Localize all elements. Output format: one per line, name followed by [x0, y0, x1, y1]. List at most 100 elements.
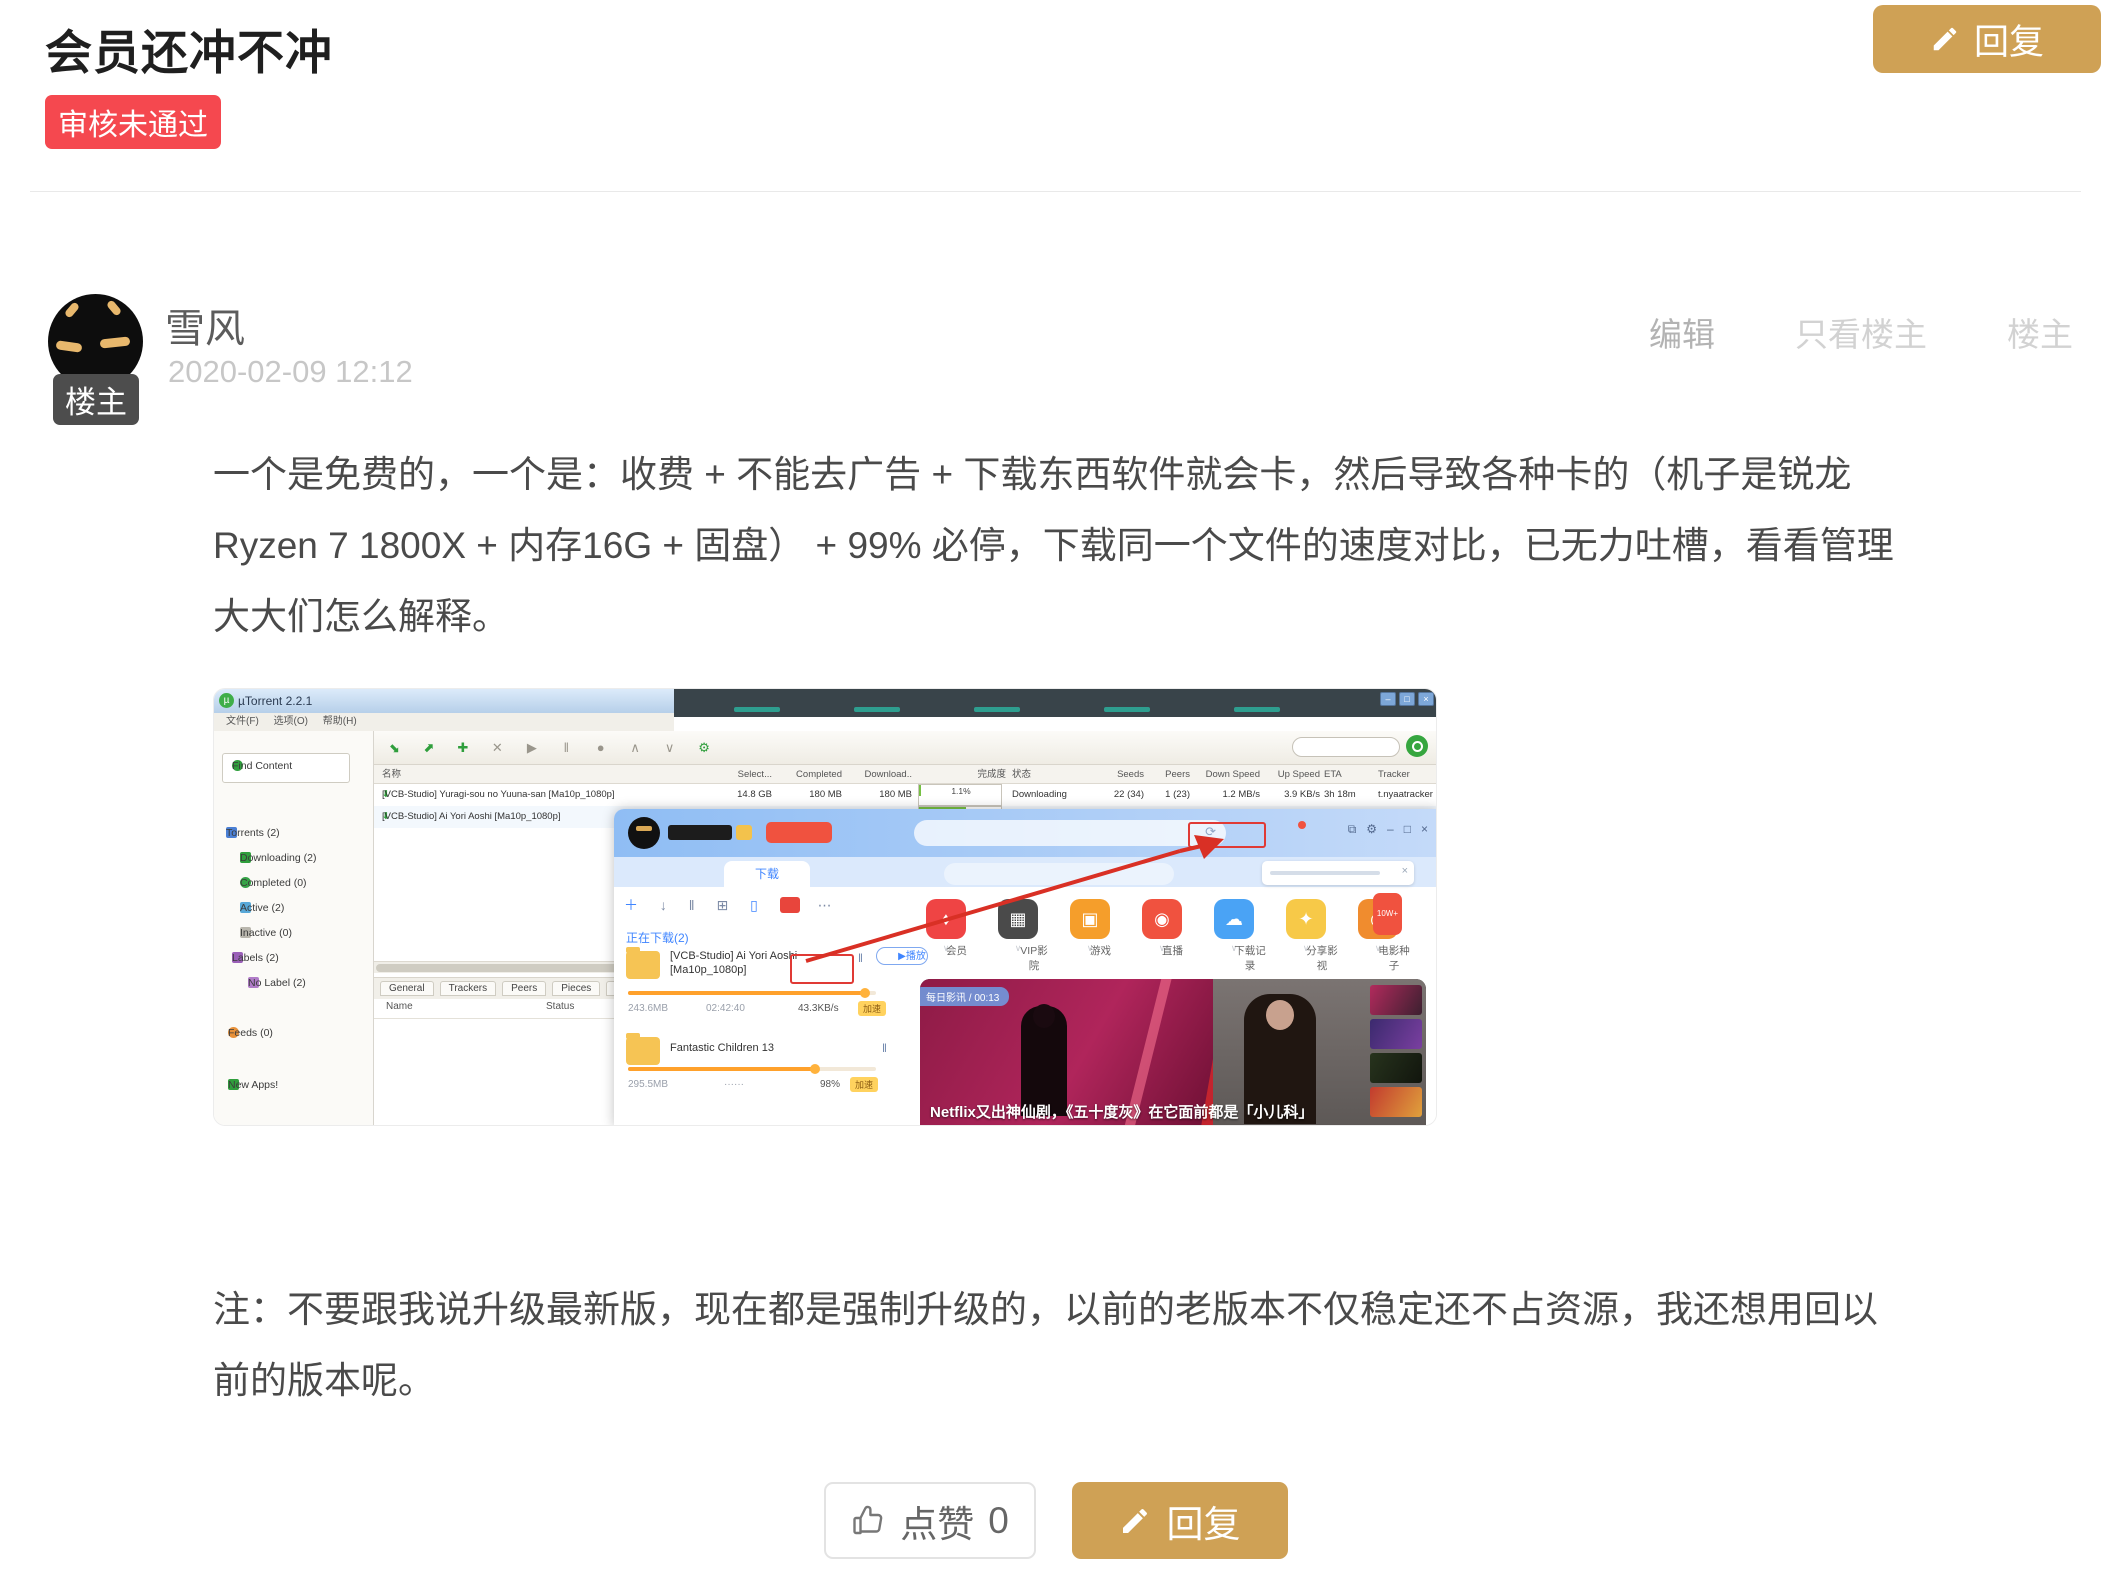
thunder-promo-box: × [1262, 861, 1414, 885]
like-count: 0 [988, 1500, 1009, 1542]
woman-silhouette [1021, 1006, 1067, 1116]
post-footer: 点赞 0 回复 [0, 1482, 2111, 1559]
more-icon: ⋯ [818, 897, 832, 914]
downloading-section-title: 正在下载(2) [626, 929, 689, 946]
menu-help: 帮助(H) [323, 716, 357, 727]
remove-icon: ✕ [487, 738, 507, 758]
grid-icon: ⊞ [716, 897, 728, 914]
media-icon [780, 897, 800, 913]
thunder-item-2-name: Fantastic Children 13 [670, 1041, 850, 1055]
top-reply-label: 回复 [1974, 14, 2044, 65]
app-icon-live: ◉直播∨ [1130, 899, 1194, 954]
page-title: 会员还冲不冲 [45, 14, 2101, 83]
thread-header: 会员还冲不冲 审核未通过 回复 [0, 0, 2111, 149]
item-2-percent: 98% [820, 1079, 840, 1090]
phone-icon: ▯ [750, 897, 758, 914]
bottom-reply-label: 回复 [1167, 1494, 1241, 1548]
item-1-size: 243.6MB [628, 1003, 668, 1014]
highlight-box-thunder-speed [790, 954, 854, 984]
notification-dot [1298, 821, 1306, 829]
avatar-wrap: 楼主 [48, 294, 150, 389]
create-torrent-icon: ✚ [453, 738, 473, 758]
thunder-progress-2 [628, 1067, 876, 1071]
start-icon: ▶ [522, 738, 542, 758]
utorrent-toolbar: ⬊ ⬈ ✚ ✕ ▶ ‖ ● ∧ ∨ ⚙ [374, 731, 1437, 765]
item-2-size: 295.5MB [628, 1079, 668, 1090]
thunder-toolbar: ＋ ↓ ‖ ⊞ ▯ ⋯ [624, 895, 894, 919]
thumbs-up-icon [850, 1503, 886, 1539]
utorrent-sidebar: Find Content Torrents (2) Downloading (2… [214, 731, 374, 1126]
download-icon: ↓ [660, 897, 667, 913]
menu-file: 文件(F) [226, 716, 259, 727]
utorrent-app-icon: µ [219, 693, 234, 708]
utorrent-search-icon [1406, 735, 1428, 757]
progress-bar: 1.1% [918, 784, 1002, 806]
thunder-vip-badge [736, 825, 752, 840]
settings-gear-icon: ⚙ [694, 738, 714, 758]
move-up-icon: ∧ [625, 738, 645, 758]
pause-all-icon: ‖ [689, 897, 695, 913]
thunder-search-box [914, 820, 1226, 846]
app-icon-movie-torrents: ◎10W+电影种子∨ [1346, 899, 1410, 954]
author-floor-badge: 楼主 [53, 374, 139, 425]
app-icon-share-movies: ✦分享影视∨ [1274, 899, 1338, 954]
folder-icon [626, 951, 660, 979]
utorrent-title-text: µTorrent 2.2.1 [238, 689, 312, 713]
like-label: 点赞 [900, 1494, 974, 1548]
stop-icon: ● [591, 738, 611, 758]
torrent-list-header: 名称 Select... Completed Download.. 完成度 状态… [374, 765, 1437, 784]
post-actions: 编辑 只看楼主 楼主 [1649, 308, 2073, 356]
torrent-row-1: ⬇ [VCB-Studio] Yuragi-sou no Yuuna-san [… [374, 784, 1437, 806]
pause-icon: ‖ [556, 738, 576, 758]
item-2-boost-badge: 加速 [850, 1077, 878, 1092]
add-url-icon: ⬈ [418, 738, 438, 758]
background-window-strip: –□× [674, 689, 1437, 717]
thunder-window: ⧉⚙–□× 下载 × ＋ ↓ ‖ ⊞ ▯ ⋯ 正在下载(2) [VCB-Stud… [614, 809, 1437, 1126]
post-paragraph-1: 一个是免费的，一个是：收费 + 不能去广告 + 下载东西软件就会卡，然后导致各种… [213, 439, 1913, 652]
video-daily-label: 每日影讯 / 00:13 [920, 987, 1009, 1006]
folder-icon [626, 1037, 660, 1065]
app-icon-download-history: ☁下载记录∨ [1202, 899, 1266, 954]
thunder-username-bar [668, 825, 732, 840]
edit-link[interactable]: 编辑 [1649, 308, 1715, 356]
app-icon-member: ♦会员∨ [914, 899, 978, 954]
post-paragraph-2: 注：不要跟我说升级最新版，现在都是强制升级的，以前的老版本不仅稳定还不占资源，我… [213, 1274, 1913, 1416]
video-caption: Netflix又出神仙剧，《五十度灰》在它面前都是「小儿科」 [930, 1103, 1350, 1123]
move-down-icon: ∨ [660, 738, 680, 758]
pause-icon: ‖ [882, 1041, 887, 1055]
post-image-utorrent-screenshot[interactable]: –□× µ µTorrent 2.2.1 文件(F) 选项(O) 帮助(H) ⬊… [213, 688, 1437, 1126]
thunder-upgrade-button [766, 822, 832, 843]
status-badge: 审核未通过 [45, 95, 221, 149]
item-1-boost-badge: 加速 [858, 1001, 886, 1016]
window-controls-icons: –□× [1380, 692, 1434, 706]
post-date: 2020-02-09 12:12 [168, 354, 413, 390]
thunder-avatar [628, 817, 660, 849]
add-torrent-icon: ⬊ [384, 738, 404, 758]
post-body: 一个是免费的，一个是：收费 + 不能去广告 + 下载东西软件就会卡，然后导致各种… [45, 294, 2111, 1416]
item-1-time: 02:42:40 [706, 1003, 745, 1014]
utorrent-search-box [1292, 737, 1400, 757]
utorrent-menubar: 文件(F) 选项(O) 帮助(H) [214, 713, 674, 731]
item-2-dots: ······ [724, 1079, 744, 1090]
header-divider [30, 191, 2081, 192]
floor-link: 楼主 [2007, 308, 2073, 356]
post-item: 楼主 雪风 2020-02-09 12:12 编辑 只看楼主 楼主 一个是免费的… [0, 294, 2111, 1416]
utorrent-titlebar: µ µTorrent 2.2.1 [214, 689, 674, 713]
only-author-link[interactable]: 只看楼主 [1795, 308, 1927, 356]
item-1-speed: 43.3KB/s [798, 1003, 839, 1014]
app-icon-games: ▣游戏∨ [1058, 899, 1122, 954]
pause-icon: ‖ [858, 951, 863, 965]
app-icon-vip-cinema: ▦VIP影院∨ [986, 899, 1050, 954]
new-task-icon: ＋ [624, 895, 638, 915]
video-card: 每日影讯 / 00:13 Netflix又出神仙剧，《五十度灰》在它面前都是「小… [920, 979, 1426, 1126]
bottom-reply-button[interactable]: 回复 [1072, 1482, 1288, 1559]
like-button[interactable]: 点赞 0 [824, 1482, 1036, 1559]
highlight-box-utorrent-speed [1188, 822, 1266, 848]
pencil-icon [1119, 1505, 1151, 1537]
author-name[interactable]: 雪风 [165, 296, 245, 354]
thunder-progress-1 [628, 991, 876, 995]
thunder-secondary-band [944, 863, 1174, 885]
menu-options: 选项(O) [274, 716, 308, 727]
pencil-icon [1930, 24, 1960, 54]
top-reply-button[interactable]: 回复 [1873, 5, 2101, 73]
